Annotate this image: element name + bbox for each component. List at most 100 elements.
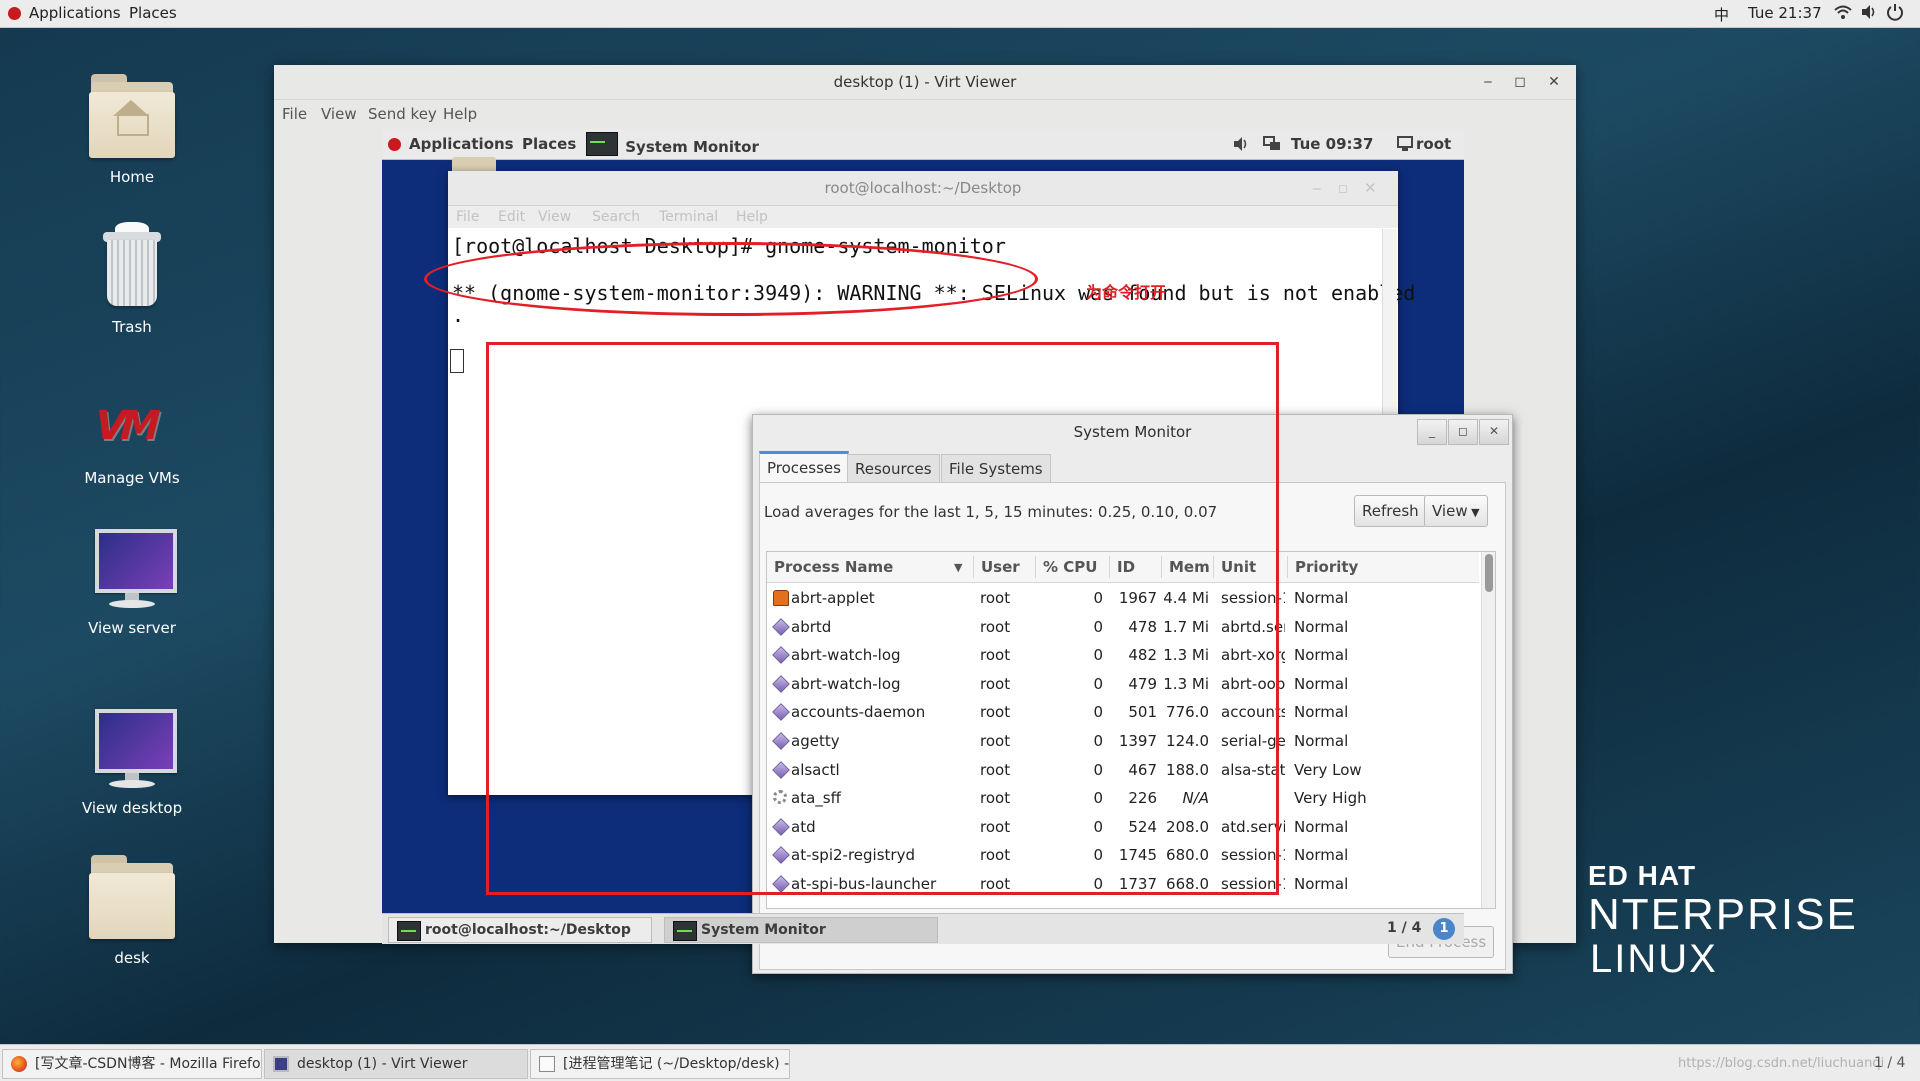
monitor-icon [87, 523, 177, 613]
desktop-icon-label: desk [114, 949, 150, 967]
vm-logo-icon: VM [89, 403, 160, 449]
system-monitor-icon [586, 132, 618, 156]
guest-top-bar: Applications Places System Monitor Tue 0… [382, 129, 1464, 160]
power-icon[interactable] [1886, 3, 1904, 25]
cell-priority: Normal [1294, 589, 1349, 607]
guest-applications-menu[interactable]: Applications [388, 135, 514, 153]
virt-viewer-titlebar[interactable]: desktop (1) - Virt Viewer ‒ ◻ ✕ [274, 65, 1576, 99]
process-table-scrollbar[interactable] [1481, 552, 1495, 908]
firefox-icon [11, 1056, 27, 1072]
host-task-firefox[interactable]: [写文章-CSDN博客 - Mozilla Firefox] [2, 1049, 262, 1079]
guest-user-menu[interactable]: root [1416, 135, 1451, 153]
terminal-menu-file[interactable]: File [456, 209, 479, 225]
cell-priority: Normal [1294, 674, 1349, 693]
brand-line-1: ED HAT [1588, 860, 1697, 891]
annotation-text: 为命令打开 [1086, 283, 1167, 302]
cell-priority: Normal [1294, 817, 1349, 836]
terminal-close-button[interactable]: ✕ [1364, 171, 1377, 205]
guest-volume-icon[interactable] [1232, 136, 1250, 156]
host-top-bar: Applications Places 中 Tue 21:37 [0, 0, 1920, 28]
wifi-icon[interactable] [1834, 3, 1852, 25]
host-places-menu[interactable]: Places [129, 4, 177, 22]
notification-icon[interactable]: 1 [1433, 918, 1455, 940]
desktop-icon-trash[interactable]: Trash [57, 222, 207, 336]
cell-priority: Normal [1294, 617, 1349, 636]
terminal-menu-search[interactable]: Search [592, 209, 640, 225]
annotation-ellipse [424, 242, 1038, 316]
guest-workspace-indicator[interactable]: 1 / 4 [1387, 920, 1421, 936]
volume-icon[interactable] [1860, 3, 1878, 25]
chevron-down-icon: ▼ [1467, 506, 1480, 519]
column-priority[interactable]: Priority [1295, 558, 1358, 576]
system-monitor-icon [673, 921, 697, 941]
terminal-icon [397, 921, 421, 941]
brand-line-2: NTERPRISE [1588, 890, 1858, 939]
terminal-titlebar[interactable]: root@localhost:~/Desktop ‒ ◻ ✕ [448, 171, 1398, 206]
desktop-icon-view-server[interactable]: View server [57, 523, 207, 637]
desktop-icon-label: Trash [112, 318, 152, 336]
virt-viewer-icon [273, 1056, 289, 1072]
cell-priority: Normal [1294, 846, 1349, 865]
menu-file[interactable]: File [282, 105, 307, 123]
desktop-icon-view-desktop[interactable]: View desktop [57, 703, 207, 817]
sysmon-close-button[interactable]: ✕ [1479, 419, 1509, 445]
cell-priority: Normal [1294, 646, 1349, 665]
sysmon-minimize-button[interactable]: _ [1417, 419, 1447, 445]
guest-clock[interactable]: Tue 09:37 [1291, 135, 1373, 153]
terminal-title: root@localhost:~/Desktop [824, 179, 1022, 197]
cell-priority: Normal [1294, 732, 1349, 750]
host-applications-menu[interactable]: Applications [8, 4, 121, 22]
terminal-dot-line: . [452, 303, 465, 327]
host-task-editor[interactable]: [进程管理笔记 (~/Desktop/desk) - g... [530, 1049, 790, 1079]
desktop-icon-label: View desktop [81, 799, 183, 817]
close-button[interactable]: ✕ [1540, 65, 1568, 99]
text-editor-icon [539, 1056, 555, 1072]
guest-task-system-monitor[interactable]: System Monitor [664, 917, 938, 943]
host-taskbar: [写文章-CSDN博客 - Mozilla Firefox] desktop (… [0, 1044, 1920, 1081]
cell-priority: Very Low [1294, 760, 1362, 779]
terminal-menubar: File Edit View Search Terminal Help [448, 206, 1398, 228]
cell-priority: Normal [1294, 875, 1349, 893]
brand-line-3: LINUX [1590, 937, 1718, 981]
desktop-icon-home[interactable]: Home [57, 72, 207, 186]
scrollbar-thumb[interactable] [1485, 554, 1493, 592]
virt-viewer-menubar: File View Send key Help [274, 99, 1576, 128]
menu-send-key[interactable]: Send key [368, 105, 437, 123]
guest-user-icon [1397, 136, 1413, 156]
refresh-button[interactable]: Refresh [1354, 495, 1427, 527]
menu-view[interactable]: View [321, 105, 357, 123]
terminal-menu-view[interactable]: View [538, 209, 571, 225]
sysmon-maximize-button[interactable]: ◻ [1448, 419, 1478, 445]
desktop-icon-desk[interactable]: desk [57, 853, 207, 967]
terminal-cursor [450, 349, 464, 373]
terminal-menu-edit[interactable]: Edit [498, 209, 525, 225]
folder-icon [87, 853, 177, 943]
host-clock[interactable]: Tue 21:37 [1748, 4, 1822, 22]
guest-bottom-bar: root@localhost:~/Desktop System Monitor … [382, 913, 1464, 944]
terminal-maximize-button[interactable]: ◻ [1338, 171, 1348, 205]
watermark: https://blog.csdn.net/liuchuanqi [1678, 1056, 1885, 1071]
guest-places-menu[interactable]: Places [522, 135, 576, 153]
menu-help[interactable]: Help [443, 105, 477, 123]
terminal-menu-terminal[interactable]: Terminal [659, 209, 718, 225]
trash-icon [87, 222, 177, 312]
maximize-button[interactable]: ◻ [1506, 65, 1534, 99]
input-method-indicator[interactable]: 中 [1714, 4, 1729, 25]
guest-app-menu[interactable]: System Monitor [586, 132, 759, 156]
guest-task-terminal[interactable]: root@localhost:~/Desktop [388, 917, 652, 943]
host-task-virt-viewer[interactable]: desktop (1) - Virt Viewer [264, 1049, 528, 1079]
annotation-rectangle [486, 342, 1279, 895]
host-workspace-indicator[interactable]: 1 / 4 [1874, 1055, 1905, 1071]
view-menu-button[interactable]: View ▼ [1424, 495, 1488, 527]
guest-network-icon[interactable] [1263, 136, 1281, 156]
terminal-minimize-button[interactable]: ‒ [1312, 171, 1322, 205]
redhat-icon [8, 7, 21, 20]
terminal-menu-help[interactable]: Help [736, 209, 768, 225]
home-folder-icon [87, 72, 177, 162]
cell-priority: Very High [1294, 789, 1367, 808]
desktop-icon-manage-vms[interactable]: VM Manage VMs [57, 373, 207, 487]
monitor-icon [87, 703, 177, 793]
cell-priority: Normal [1294, 703, 1349, 722]
window-title: desktop (1) - Virt Viewer [833, 73, 1017, 91]
minimize-button[interactable]: ‒ [1474, 65, 1502, 99]
